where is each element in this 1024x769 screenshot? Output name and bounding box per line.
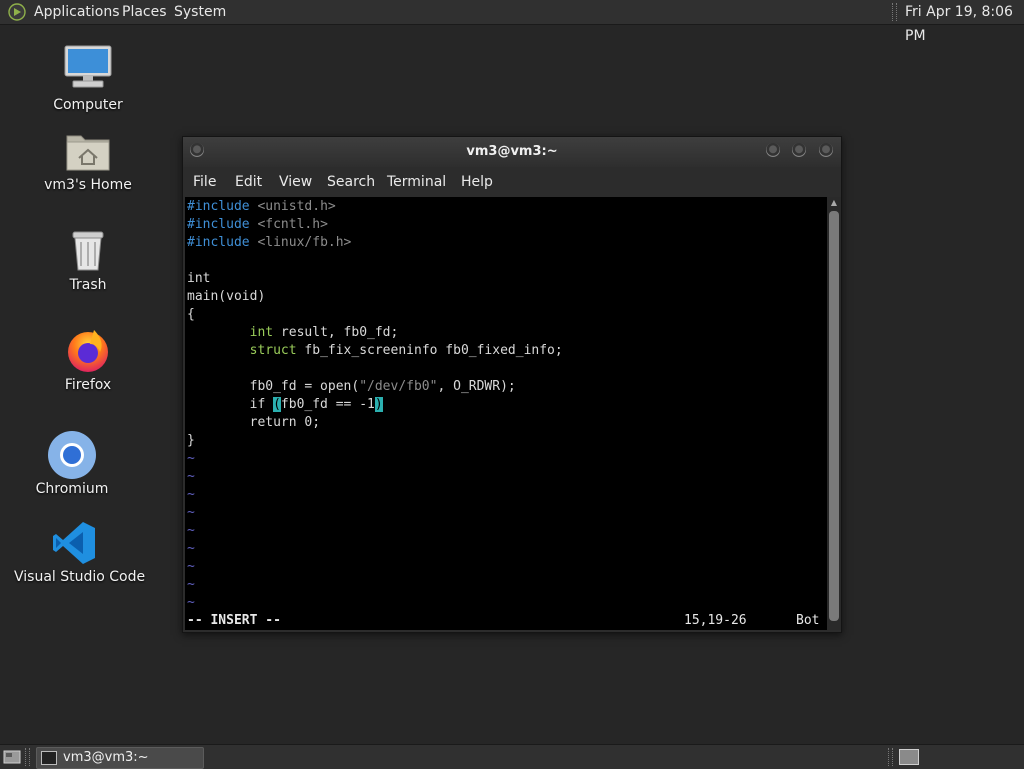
show-desktop-icon[interactable] <box>3 749 21 764</box>
code-line: int result, fb0_fd; <box>187 324 399 342</box>
code-line: #include <fcntl.h> <box>187 216 328 234</box>
code-line: if (fb0_fd == -1) <box>187 396 383 414</box>
terminal-window[interactable]: vm3@vm3:~ File Edit View Search Terminal… <box>182 136 842 633</box>
code-line: } <box>187 433 195 448</box>
matched-paren: ( <box>273 397 281 412</box>
code-line: int <box>187 271 211 286</box>
menu-edit[interactable]: Edit <box>235 167 262 197</box>
chromium-icon <box>48 431 96 479</box>
string-literal: "/dev/fb0" <box>359 379 438 394</box>
menu-view[interactable]: View <box>279 167 312 197</box>
system-menu[interactable]: System <box>174 0 226 24</box>
code-text: if <box>187 397 274 412</box>
terminal-icon <box>41 751 57 765</box>
trash-icon <box>72 231 104 271</box>
vim-mode-indicator: -- INSERT -- <box>187 613 281 628</box>
empty-line-tilde: ~ <box>187 487 195 502</box>
type-keyword: int <box>249 325 274 340</box>
include-file: <unistd.h> <box>249 199 336 214</box>
code-text: result, fb0_fd; <box>273 325 399 340</box>
code-line: #include <unistd.h> <box>187 198 336 216</box>
home-folder-icon <box>66 135 110 171</box>
preprocessor-keyword: #include <box>187 217 250 232</box>
vscode-icon <box>53 522 95 564</box>
applications-menu[interactable]: Applications <box>34 0 120 24</box>
desktop-icon-label: Firefox <box>64 377 112 393</box>
empty-line-tilde: ~ <box>187 595 195 610</box>
top-panel: Applications Places System Fri Apr 19, 8… <box>0 0 1024 44</box>
window-title: vm3@vm3:~ <box>466 144 558 159</box>
vertical-scrollbar[interactable]: ▲ <box>827 197 841 630</box>
bottom-panel: vm3@vm3:~ <box>0 744 1024 769</box>
workspace-switcher[interactable] <box>899 749 919 765</box>
desktop-icon-label: vm3's Home <box>44 177 132 193</box>
taskbar-item-label: vm3@vm3:~ <box>63 750 149 765</box>
include-file: <fcntl.h> <box>249 217 328 232</box>
code-line: #include <linux/fb.h> <box>187 234 351 252</box>
menu-help[interactable]: Help <box>461 167 493 197</box>
empty-line-tilde: ~ <box>187 469 195 484</box>
code-line: { <box>187 307 195 322</box>
computer-icon <box>64 45 112 88</box>
desktop-icon-vscode[interactable]: Visual Studio Code <box>14 520 146 590</box>
desktop-icon-computer[interactable]: Computer <box>28 44 148 118</box>
preprocessor-keyword: #include <box>187 235 250 250</box>
firefox-icon <box>68 330 108 372</box>
empty-line-tilde: ~ <box>187 577 195 592</box>
preprocessor-keyword: #include <box>187 199 250 214</box>
code-text: , O_RDWR); <box>437 379 516 394</box>
menu-terminal[interactable]: Terminal <box>387 167 446 197</box>
desktop-icon-label: Trash <box>69 277 107 293</box>
code-line: fb0_fd = open("/dev/fb0", O_RDWR); <box>187 378 516 396</box>
maximize-button[interactable] <box>792 143 806 157</box>
window-titlebar[interactable]: vm3@vm3:~ <box>183 137 841 167</box>
empty-line-tilde: ~ <box>187 559 195 574</box>
scrollbar-thumb[interactable] <box>829 211 839 621</box>
code-text: ; <box>312 415 321 430</box>
code-text: return <box>187 415 305 430</box>
terminal-text-area[interactable]: #include <unistd.h> #include <fcntl.h> #… <box>185 197 827 630</box>
menu-file[interactable]: File <box>193 167 216 197</box>
scroll-position: Bot <box>796 613 820 628</box>
cursor-paren: ) <box>374 397 383 412</box>
code-text: fb0_fd = open( <box>187 379 360 394</box>
code-text: fb0_fd == -1 <box>280 397 375 412</box>
panel-separator <box>25 748 30 766</box>
menubar: File Edit View Search Terminal Help <box>183 167 841 197</box>
desktop-icon-label: Computer <box>53 97 123 113</box>
distro-logo-icon[interactable] <box>8 3 26 21</box>
close-button[interactable] <box>819 143 833 157</box>
code-line: main(void) <box>187 289 266 304</box>
type-keyword: struct <box>249 343 297 358</box>
include-file: <linux/fb.h> <box>249 235 352 250</box>
empty-line-tilde: ~ <box>187 505 195 520</box>
code-line: struct fb_fix_screeninfo fb0_fixed_info; <box>187 342 563 360</box>
empty-line-tilde: ~ <box>187 451 195 466</box>
places-menu[interactable]: Places <box>122 0 167 24</box>
taskbar-item-terminal[interactable]: vm3@vm3:~ <box>36 747 204 769</box>
code-line: return 0; <box>187 414 320 432</box>
scroll-up-icon[interactable]: ▲ <box>829 199 839 207</box>
desktop-icon-label: Visual Studio Code <box>14 569 146 585</box>
menu-search[interactable]: Search <box>327 167 375 197</box>
desktop-icon-chromium[interactable]: Chromium <box>12 430 132 500</box>
panel-separator <box>892 3 897 21</box>
cursor-position: 15,19-26 <box>684 613 747 628</box>
clock[interactable]: Fri Apr 19, 8:06 PM <box>905 0 1024 44</box>
panel-separator <box>888 748 893 766</box>
empty-line-tilde: ~ <box>187 523 195 538</box>
empty-line-tilde: ~ <box>187 541 195 556</box>
desktop-icon-trash[interactable]: Trash <box>28 228 148 298</box>
desktop-icon-firefox[interactable]: Firefox <box>28 326 148 396</box>
desktop-icon-home[interactable]: vm3's Home <box>28 128 148 198</box>
minimize-button[interactable] <box>766 143 780 157</box>
code-text: fb_fix_screeninfo fb0_fixed_info; <box>296 343 563 358</box>
desktop-icon-label: Chromium <box>35 481 109 497</box>
